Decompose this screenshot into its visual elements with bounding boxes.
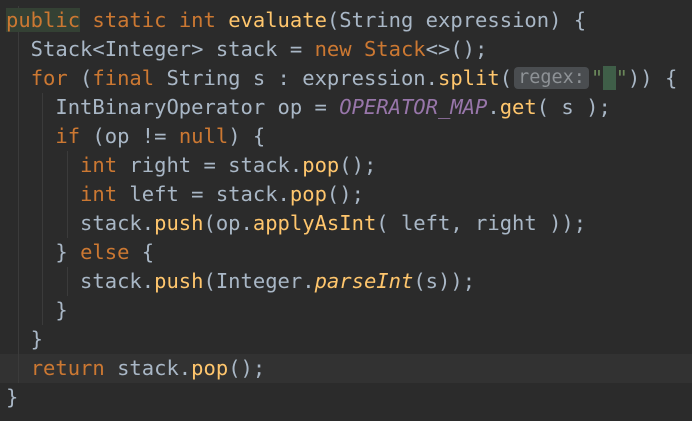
- code-token: }: [6, 240, 81, 264]
- code-token: [603, 66, 616, 90]
- code-token: ( left, right ));: [376, 211, 587, 235]
- code-token: }: [6, 385, 19, 409]
- code-text: return stack.pop();: [6, 354, 266, 383]
- code-text: stack.push(op.applyAsInt( left, right ))…: [6, 209, 586, 238]
- code-token: )) {: [627, 66, 678, 90]
- code-token: get: [499, 95, 537, 119]
- code-text: } else {: [6, 238, 154, 267]
- code-token: ();: [339, 153, 377, 177]
- code-line[interactable]: if (op != null) {: [0, 122, 692, 151]
- code-token: Stack: [363, 37, 426, 61]
- code-token: ) {: [228, 124, 266, 148]
- parameter-hint: regex:: [514, 67, 589, 89]
- code-token: ();: [228, 356, 266, 380]
- code-token: .: [487, 95, 500, 119]
- code-text: }: [6, 325, 43, 354]
- code-token: new: [314, 37, 352, 61]
- code-token: ( s );: [536, 95, 611, 119]
- code-token: (s));: [413, 269, 476, 293]
- code-token: IntBinaryOperator op =: [6, 95, 340, 119]
- code-line[interactable]: IntBinaryOperator op = OPERATOR_MAP.get(…: [0, 93, 692, 122]
- code-token: split: [438, 66, 500, 90]
- code-token: <>();: [425, 37, 488, 61]
- code-line-current[interactable]: return stack.pop();: [0, 354, 692, 383]
- code-token: stack.: [6, 211, 155, 235]
- code-text: Stack<Integer> stack = new Stack<>();: [6, 35, 488, 64]
- code-token: right = stack.: [117, 153, 303, 177]
- code-token: String s : expression.: [154, 66, 438, 90]
- code-token: pop: [289, 182, 327, 206]
- code-token: ": [590, 66, 604, 90]
- code-token: int: [80, 182, 118, 206]
- code-line[interactable]: int left = stack.pop();: [0, 180, 692, 209]
- code-token: (: [499, 66, 513, 90]
- code-text: }: [6, 296, 68, 325]
- code-token: int: [80, 153, 118, 177]
- code-text: if (op != null) {: [6, 122, 265, 151]
- code-token: (op.: [203, 211, 253, 235]
- code-token: static: [92, 8, 167, 32]
- code-token: }: [6, 327, 44, 351]
- code-token: if: [55, 124, 81, 148]
- code-token: applyAsInt: [252, 211, 377, 235]
- code-line[interactable]: for (final String s : expression.split(r…: [0, 64, 692, 93]
- code-line[interactable]: public static int evaluate(String expres…: [0, 6, 692, 35]
- code-token: push: [154, 269, 204, 293]
- code-line[interactable]: int right = stack.pop();: [0, 151, 692, 180]
- code-line[interactable]: }: [0, 296, 692, 325]
- code-token: (String expression) {: [326, 8, 587, 32]
- code-text: int right = stack.pop();: [6, 151, 376, 180]
- code-text: stack.push(Integer.parseInt(s));: [6, 267, 475, 296]
- code-line[interactable]: } else {: [0, 238, 692, 267]
- code-token: (: [67, 66, 93, 90]
- code-token: (Integer.: [203, 269, 315, 293]
- code-line[interactable]: stack.push(op.applyAsInt( left, right ))…: [0, 209, 692, 238]
- code-token: (op !=: [80, 124, 179, 148]
- code-token: evaluate: [228, 8, 327, 32]
- code-editor[interactable]: public static int evaluate(String expres…: [0, 0, 692, 421]
- code-token: for: [30, 66, 68, 90]
- code-token: else: [80, 240, 130, 264]
- code-line[interactable]: stack.push(Integer.parseInt(s));: [0, 267, 692, 296]
- code-token: ();: [326, 182, 364, 206]
- code-token: stack.: [104, 356, 192, 380]
- code-token: parseInt: [314, 269, 414, 293]
- code-token: null: [178, 124, 229, 148]
- code-token: ": [615, 66, 628, 90]
- code-text: for (final String s : expression.split(r…: [6, 64, 677, 93]
- code-token: pop: [302, 153, 340, 177]
- code-token: pop: [191, 356, 229, 380]
- code-line[interactable]: Stack<Integer> stack = new Stack<>();: [0, 35, 692, 64]
- code-text: int left = stack.pop();: [6, 180, 364, 209]
- code-token: public: [6, 8, 81, 32]
- code-token: stack.: [6, 269, 155, 293]
- code-token: push: [154, 211, 204, 235]
- code-line[interactable]: }: [0, 383, 692, 412]
- code-text: IntBinaryOperator op = OPERATOR_MAP.get(…: [6, 93, 611, 122]
- code-token: final: [92, 66, 155, 90]
- code-token: Stack<Integer> stack =: [6, 37, 315, 61]
- code-line[interactable]: }: [0, 325, 692, 354]
- code-text: public static int evaluate(String expres…: [6, 6, 586, 35]
- code-token: return: [30, 356, 105, 380]
- code-token: }: [6, 298, 68, 322]
- code-token: {: [129, 240, 155, 264]
- code-token: left = stack.: [117, 182, 290, 206]
- code-token: int: [178, 8, 216, 32]
- code-text: }: [6, 383, 18, 412]
- code-token: OPERATOR_MAP: [339, 95, 488, 119]
